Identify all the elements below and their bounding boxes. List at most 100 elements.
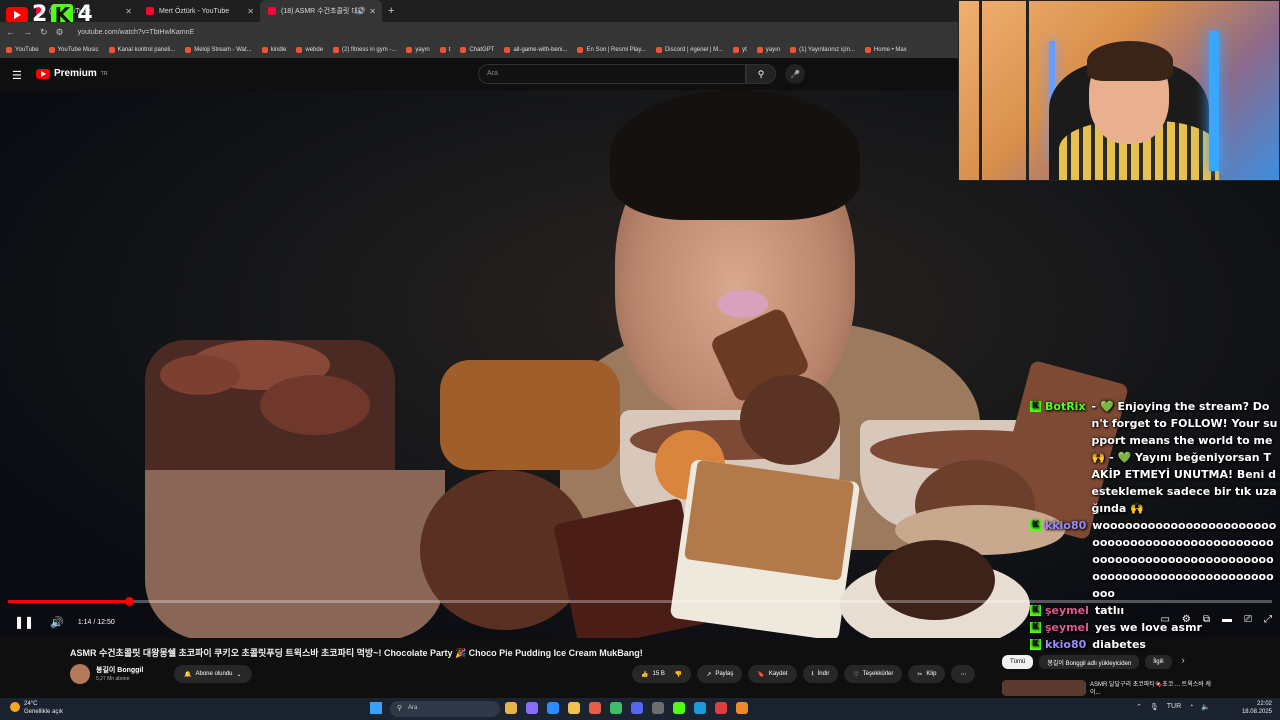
chat-text: - 💚 Enjoying the stream? Don't forget to… bbox=[1092, 398, 1278, 517]
youtube-logo[interactable]: Premium TR bbox=[36, 68, 107, 79]
video-title: ASMR 수건초콜릿 대왕몽쉘 초코파이 쿠키오 초콜릿푸딩 트윅스바 초코파티… bbox=[70, 648, 643, 658]
bookmark-icon bbox=[655, 47, 662, 53]
url-field[interactable]: youtube.com/watch?v=TbtHwlKamnE bbox=[78, 29, 195, 36]
chip-channel[interactable]: 봉길이 Bonggil adlı yükleyiciden bbox=[1039, 655, 1140, 669]
office-icon[interactable] bbox=[589, 702, 601, 714]
file-explorer-icon[interactable] bbox=[505, 702, 517, 714]
chat-message: K BotRix - 💚 Enjoying the stream? Don't fo… bbox=[1030, 398, 1278, 517]
subscribe-button[interactable]: 🔔 Abone olundu ⌄ bbox=[174, 665, 252, 683]
bookmark-item[interactable]: yayın bbox=[756, 47, 780, 53]
opera-icon[interactable] bbox=[715, 702, 727, 714]
menu-icon[interactable]: ☰ bbox=[12, 69, 22, 82]
tab-label: (18) ASMR 수건초콜릿 대왕 bbox=[281, 8, 365, 15]
volume-icon[interactable]: 🔊 bbox=[50, 616, 64, 629]
channel-avatar[interactable] bbox=[70, 664, 90, 684]
chat-message-text: diabetes bbox=[1092, 638, 1146, 651]
new-tab-icon[interactable]: + bbox=[388, 5, 394, 17]
bookmark-item[interactable]: yayın bbox=[406, 47, 430, 53]
chat-username: kkio80 bbox=[1045, 519, 1087, 532]
bookmark-icon bbox=[296, 47, 303, 53]
teams-icon[interactable] bbox=[526, 702, 538, 714]
speaker-icon[interactable]: 🔊 bbox=[357, 7, 366, 15]
bookmark-item[interactable]: Kanal kontrol paneli... bbox=[108, 47, 175, 53]
microphone-icon[interactable]: 🎙 bbox=[1150, 703, 1159, 711]
recommendation-thumbnail[interactable] bbox=[1002, 680, 1086, 696]
bookmark-item[interactable]: (2) fitness in gym -... bbox=[333, 47, 396, 53]
bookmark-item[interactable]: En Son | Resmi Play... bbox=[577, 47, 646, 53]
subtitles-icon[interactable]: ▭ bbox=[1160, 614, 1169, 625]
edge-icon[interactable] bbox=[547, 702, 559, 714]
voice-search-icon[interactable]: 🎤 bbox=[785, 64, 805, 84]
app-icon[interactable] bbox=[736, 702, 748, 714]
search-button[interactable]: ⚲ bbox=[746, 64, 776, 84]
steam-icon[interactable] bbox=[694, 702, 706, 714]
share-button[interactable]: ↗ Paylaş bbox=[697, 665, 743, 683]
clock-time: 22:02 bbox=[1256, 701, 1272, 707]
bookmark-icon bbox=[733, 47, 740, 53]
chat-username: BotRix bbox=[1045, 400, 1086, 413]
like-count: 15 B bbox=[652, 671, 665, 677]
channel-name[interactable]: 봉길이 Bonggil bbox=[96, 665, 143, 675]
more-button[interactable]: ⋯ bbox=[951, 665, 976, 683]
video-progress-bar[interactable] bbox=[8, 597, 1272, 606]
language-indicator[interactable]: TUR bbox=[1167, 703, 1181, 711]
back-icon[interactable]: ← bbox=[6, 27, 15, 37]
recommendation-title[interactable]: ASMR 달달구리 초코파티🍫초코 ... 트윅스바 케이... bbox=[1090, 681, 1220, 697]
thumbs-down-icon[interactable]: 👎 bbox=[675, 671, 682, 678]
bookmark-item[interactable]: (1) Yayınlarınız için... bbox=[790, 47, 855, 53]
theater-icon[interactable]: ▬ bbox=[1222, 614, 1232, 625]
youtube-favicon-icon bbox=[268, 7, 276, 15]
spotify-icon[interactable] bbox=[610, 702, 622, 714]
save-button[interactable]: 🔖 Kaydet bbox=[748, 665, 797, 683]
close-icon[interactable]: ✕ bbox=[247, 7, 254, 16]
site-info-icon[interactable]: ⚙ bbox=[56, 27, 64, 38]
like-button[interactable]: 👍 15 B 👎 bbox=[632, 665, 692, 683]
video-choco-right bbox=[260, 375, 370, 435]
bookmark-item[interactable]: Meloji Stream - Wat... bbox=[185, 47, 252, 53]
bookmark-item[interactable]: yt bbox=[733, 47, 747, 53]
weather-widget[interactable]: 24°C Genellikle açık bbox=[10, 700, 63, 716]
bookmark-item[interactable]: ChatGPT bbox=[460, 47, 494, 53]
bookmark-item[interactable]: kindle bbox=[261, 47, 286, 53]
download-button[interactable]: ⭳ İndir bbox=[802, 665, 839, 683]
chevron-right-icon[interactable]: › bbox=[1182, 655, 1185, 669]
chip-all[interactable]: Tümü bbox=[1002, 655, 1034, 669]
bookmark-item[interactable]: Home • Max bbox=[864, 47, 907, 53]
kick-app-icon[interactable] bbox=[673, 702, 685, 714]
windows-start-icon[interactable] bbox=[370, 702, 382, 714]
video-mouth bbox=[718, 290, 768, 318]
bookmark-item[interactable]: webde bbox=[296, 47, 323, 53]
browser-tab-mert[interactable]: Mert Öztürk - YouTube ✕ bbox=[138, 0, 260, 22]
bookmark-icon bbox=[577, 47, 584, 53]
clip-button[interactable]: ✂ Klip bbox=[908, 665, 946, 683]
bookmark-item[interactable]: Discord | #genel | M... bbox=[655, 47, 723, 53]
bookmark-item[interactable]: YouTube bbox=[6, 47, 39, 53]
bookmark-item[interactable]: all-game-with-beni... bbox=[504, 47, 567, 53]
sound-icon[interactable]: 🔈 bbox=[1201, 703, 1210, 711]
obs-icon[interactable] bbox=[652, 702, 664, 714]
chrome-icon[interactable] bbox=[568, 702, 580, 714]
chip-related[interactable]: İlgili bbox=[1145, 655, 1172, 669]
wifi-icon[interactable]: ◔ bbox=[1189, 703, 1193, 711]
fullscreen-icon[interactable]: ⤢ bbox=[1264, 614, 1272, 625]
browser-tab-asmr[interactable]: (18) ASMR 수건초콜릿 대왕 🔊 ✕ bbox=[260, 0, 382, 22]
miniplayer-icon[interactable]: ⧉ bbox=[1203, 614, 1210, 625]
cast-icon[interactable]: ⎚ bbox=[1244, 614, 1252, 625]
bookmark-item[interactable]: t bbox=[439, 47, 450, 53]
chevron-up-icon[interactable]: ⌃ bbox=[1136, 703, 1142, 711]
reload-icon[interactable]: ↻ bbox=[40, 27, 48, 38]
thanks-button[interactable]: ♡ Teşekkürler bbox=[844, 665, 903, 683]
pause-icon[interactable]: ❚❚ bbox=[14, 615, 34, 629]
forward-icon[interactable]: → bbox=[23, 27, 32, 37]
bookmark-label: ChatGPT bbox=[469, 47, 495, 53]
webcam-led-right bbox=[1209, 31, 1219, 171]
close-icon[interactable]: ✕ bbox=[369, 7, 376, 16]
taskbar-search[interactable]: Ara bbox=[390, 701, 500, 717]
bookmark-item[interactable]: YouTube Music bbox=[48, 47, 99, 53]
close-icon[interactable]: ✕ bbox=[125, 7, 132, 16]
clock[interactable]: 22:02 18.08.2025 bbox=[1242, 700, 1272, 716]
search-input[interactable]: Ara bbox=[478, 64, 746, 84]
bookmark-icon bbox=[333, 47, 340, 53]
discord-icon[interactable] bbox=[631, 702, 643, 714]
settings-icon[interactable]: ⚙ bbox=[1182, 614, 1191, 625]
